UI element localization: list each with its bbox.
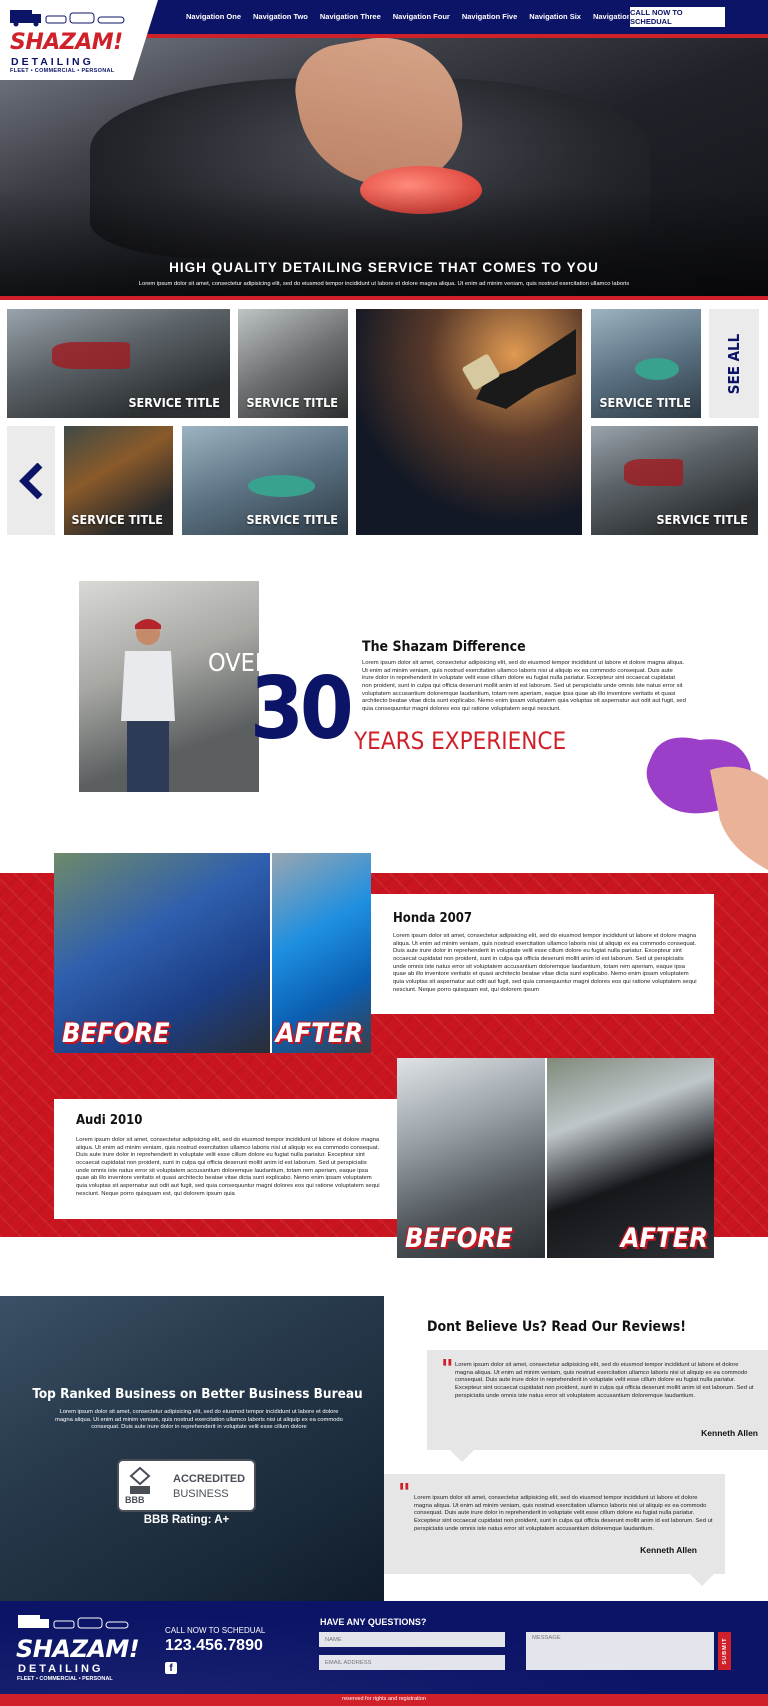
nav-item-four[interactable]: Navigation Four [393,12,450,21]
footer-logo-subtitle: DETAILING [18,1663,104,1675]
experience-years-number: 30 [250,659,354,759]
comparison-divider[interactable] [270,853,272,1053]
email-field[interactable] [319,1655,505,1670]
bbb-text: Lorem ipsum dolor sit amet, consectetur … [55,1409,343,1431]
footer-logo-wordmark: SHAZAM! [16,1635,140,1663]
purple-cloth-hand-image [646,737,768,870]
car-title: Audi 2010 [76,1113,143,1128]
after-label: AFTER [620,1223,708,1254]
message-field[interactable] [526,1632,714,1670]
hero-red-stripe [0,296,768,300]
before-label: BEFORE [62,1018,170,1049]
service-tile-label: SERVICE TITLE [599,395,691,410]
see-all-label: SEE ALL [725,333,743,394]
hero-title: HIGH QUALITY DETAILING SERVICE THAT COME… [169,260,599,275]
owner-photo [79,581,259,792]
site-logo[interactable]: SHAZAM! DETAILING FLEET • COMMERCIAL • P… [0,0,158,80]
honda-info-card: Honda 2007 Lorem ipsum dolor sit amet, c… [371,894,714,1014]
nav-item-one[interactable]: Navigation One [186,12,241,21]
service-tile-featured[interactable] [356,309,582,535]
service-tile[interactable]: SERVICE TITLE [591,426,758,535]
review-text: Lorem ipsum dolor sit amet, consectetur … [414,1495,713,1532]
submit-label: SUBMIT [721,1637,728,1665]
logo-tagline: FLEET • COMMERCIAL • PERSONAL [10,68,115,74]
facebook-icon[interactable]: f [165,1662,177,1674]
submit-button[interactable]: SUBMIT [718,1632,731,1670]
bbb-logo-text: BBB [125,1495,145,1505]
car-description: Lorem ipsum dolor sit amet, consectetur … [393,933,697,993]
quote-icon: " [398,1478,411,1507]
main-navigation: Navigation One Navigation Two Navigation… [186,12,656,21]
audi-before-after-image[interactable]: BEFORE AFTER [397,1058,714,1258]
after-label: AFTER [275,1018,363,1049]
service-tile[interactable]: SERVICE TITLE [591,309,701,418]
service-tile-label: SERVICE TITLE [128,395,220,410]
quote-icon: " [441,1354,454,1383]
footer-phone-number[interactable]: 123.456.7890 [165,1637,263,1655]
car-description: Lorem ipsum dolor sit amet, consectetur … [76,1137,380,1197]
review-pointer [450,1450,474,1462]
audi-info-card: Audi 2010 Lorem ipsum dolor sit amet, co… [54,1099,397,1219]
gloved-hand-image [462,329,576,409]
hero-shade [0,188,768,296]
name-field[interactable] [319,1632,505,1647]
nav-item-three[interactable]: Navigation Three [320,12,381,21]
nav-item-five[interactable]: Navigation Five [462,12,517,21]
hero-subtitle: Lorem ipsum dolor sit amet, consectetur … [138,281,630,287]
logo-subtitle: DETAILING [11,56,94,68]
review-card: " Lorem ipsum dolor sit amet, consectetu… [384,1474,725,1574]
carousel-prev-button[interactable] [7,426,55,535]
service-tile[interactable]: SERVICE TITLE [7,309,230,418]
service-tile-label: SERVICE TITLE [246,512,338,527]
footer-call-label: CALL NOW TO SCHEDUAL [165,1626,266,1635]
copyright-text: reserved for rights and registration [342,1696,426,1702]
before-label: BEFORE [405,1223,513,1254]
service-tile-label: SERVICE TITLE [246,395,338,410]
bbb-background-image [0,1296,384,1601]
fleet-trucks-icon [18,1615,129,1629]
fleet-trucks-icon [10,10,125,27]
chevron-left-icon [19,462,43,499]
review-pointer [690,1574,714,1586]
logo-wordmark: SHAZAM! [10,30,123,55]
footer-logo[interactable]: SHAZAM! DETAILING FLEET • COMMERCIAL • P… [14,1613,140,1683]
difference-title: The Shazam Difference [362,639,526,655]
review-card: " Lorem ipsum dolor sit amet, consectetu… [427,1350,768,1450]
review-text: Lorem ipsum dolor sit amet, consectetur … [455,1362,754,1399]
call-to-schedule-button[interactable]: CALL NOW TO SCHEDUAL [629,6,726,28]
see-all-button[interactable]: SEE ALL [709,309,759,418]
nav-item-six[interactable]: Navigation Six [529,12,581,21]
bbb-rating: BBB Rating: A+ [143,1514,230,1526]
bbb-badge-line1: ACCREDITED [173,1473,246,1485]
bbb-title: Top Ranked Business on Better Business B… [32,1386,363,1402]
review-author: Kenneth Allen [701,1428,758,1438]
service-tile-label: SERVICE TITLE [656,512,748,527]
bbb-badge-line2: BUSINESS [173,1488,229,1500]
bbb-accredited-badge[interactable]: BBB ACCREDITED BUSINESS [117,1459,256,1512]
car-title: Honda 2007 [393,911,473,926]
footer-logo-tagline: FLEET • COMMERCIAL • PERSONAL [17,1676,113,1682]
service-tile-label: SERVICE TITLE [71,512,163,527]
review-author: Kenneth Allen [640,1545,697,1555]
experience-years-label: YEARS EXPERIENCE [354,727,567,755]
honda-before-after-image[interactable]: BEFORE AFTER [54,853,371,1053]
questions-title: HAVE ANY QUESTIONS? [320,1617,427,1627]
nav-item-two[interactable]: Navigation Two [253,12,308,21]
comparison-divider[interactable] [545,1058,547,1258]
service-tile[interactable]: SERVICE TITLE [238,309,348,418]
reviews-title: Dont Believe Us? Read Our Reviews! [427,1319,686,1335]
owner-figure-image [121,619,175,792]
service-tile[interactable]: SERVICE TITLE [64,426,173,535]
service-tile[interactable]: SERVICE TITLE [182,426,348,535]
difference-text: Lorem ipsum dolor sit amet, consectetur … [362,660,686,713]
